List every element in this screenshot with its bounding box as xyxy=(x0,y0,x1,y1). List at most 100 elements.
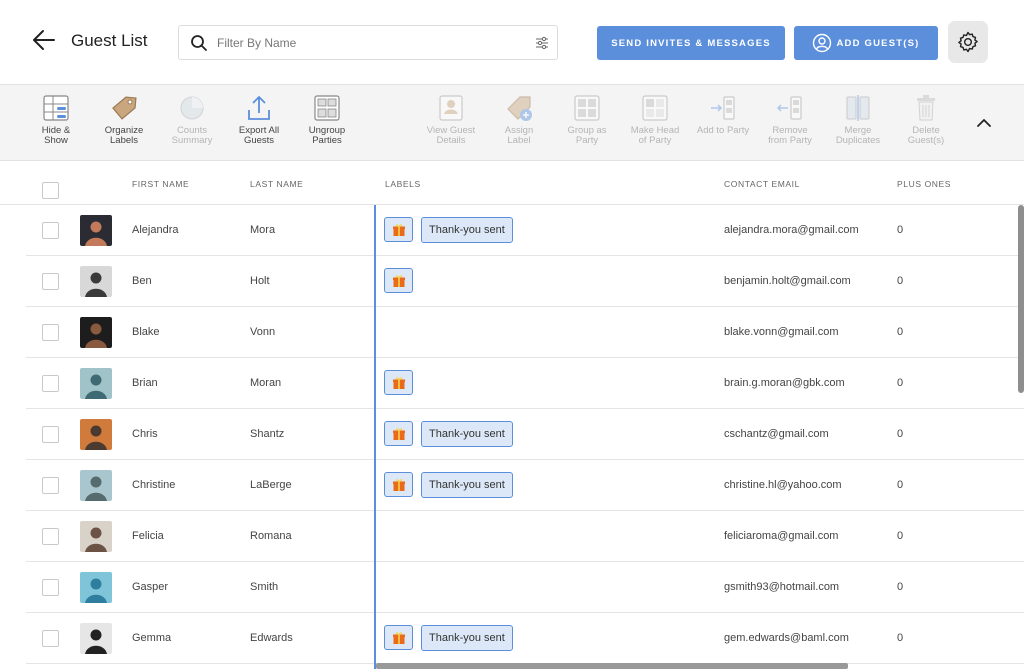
avatar xyxy=(80,572,112,603)
plus-ones-cell: 0 xyxy=(897,377,904,389)
chevron-up-icon[interactable] xyxy=(974,113,994,133)
row-checkbox[interactable] xyxy=(42,324,59,341)
row-checkbox[interactable] xyxy=(42,273,59,290)
thank-you-label-badge[interactable]: Thank-you sent xyxy=(421,421,513,447)
row-checkbox[interactable] xyxy=(42,426,59,443)
remove-from-party-tool[interactable]: Remove from Party xyxy=(755,93,825,146)
row-checkbox[interactable] xyxy=(42,375,59,392)
email-cell: blake.vonn@gmail.com xyxy=(724,326,839,338)
horizontal-scrollbar[interactable] xyxy=(376,663,848,669)
group-party-icon xyxy=(574,95,600,121)
organize-labels-tool[interactable]: Organize Labels xyxy=(89,93,159,146)
merge-duplicates-tool[interactable]: Merge Duplicates xyxy=(823,93,893,146)
plus-ones-cell: 0 xyxy=(897,326,904,338)
avatar xyxy=(80,521,112,552)
tool-label: Export All Guests xyxy=(238,125,280,146)
user-circle-icon xyxy=(813,33,832,53)
export-icon xyxy=(248,95,270,120)
table-row[interactable]: Chris Shantz Thank-you sent cschantz@gmail.… xyxy=(26,409,1024,460)
select-all-checkbox[interactable] xyxy=(42,182,59,199)
gift-label-badge[interactable] xyxy=(384,217,413,242)
tool-label: Merge Duplicates xyxy=(835,125,881,146)
settings-button[interactable] xyxy=(948,21,988,63)
last-name-cell: Romana xyxy=(250,530,292,542)
table-row[interactable]: Gasper Smith gsmith93@hotmail.com 0 xyxy=(26,562,1024,613)
tool-label: Make Head of Party xyxy=(630,125,680,146)
first-name-cell: Christine xyxy=(132,479,176,491)
row-checkbox[interactable] xyxy=(42,630,59,647)
plus-ones-cell: 0 xyxy=(897,275,904,287)
first-name-cell: Felicia xyxy=(132,530,164,542)
tool-label: Counts Summary xyxy=(171,125,213,146)
plus-ones-cell: 0 xyxy=(897,224,904,236)
tool-label: Group as Party xyxy=(567,125,607,146)
last-name-cell: LaBerge xyxy=(250,479,292,491)
email-cell: christine.hl@yahoo.com xyxy=(724,479,842,491)
row-checkbox[interactable] xyxy=(42,477,59,494)
tool-label: Hide & Show xyxy=(41,125,71,146)
view-guest-details-tool[interactable]: View Guest Details xyxy=(416,93,486,146)
send-invites-button[interactable]: SEND INVITES & MESSAGES xyxy=(597,26,785,60)
column-contact-email[interactable]: CONTACT EMAIL xyxy=(724,179,800,189)
gift-icon xyxy=(392,376,405,389)
counts-summary-tool[interactable]: Counts Summary xyxy=(157,93,227,146)
delete-guests-tool[interactable]: Delete Guest(s) xyxy=(891,93,961,146)
row-checkbox[interactable] xyxy=(42,579,59,596)
gift-icon xyxy=(392,478,405,491)
tool-label: Ungroup Parties xyxy=(308,125,346,146)
labels-column-divider[interactable] xyxy=(374,205,376,669)
add-to-party-icon xyxy=(711,96,735,120)
back-arrow-icon[interactable] xyxy=(30,26,58,54)
guest-details-icon xyxy=(439,95,463,121)
table-row[interactable]: Christine LaBerge Thank-you sent christine.… xyxy=(26,460,1024,511)
thank-you-label-badge[interactable]: Thank-you sent xyxy=(421,472,513,498)
email-cell: feliciaroma@gmail.com xyxy=(724,530,839,542)
tool-label: Delete Guest(s) xyxy=(907,125,945,146)
first-name-cell: Blake xyxy=(132,326,160,338)
vertical-scrollbar[interactable] xyxy=(1018,205,1024,393)
avatar xyxy=(80,317,112,348)
tag-icon xyxy=(112,96,137,120)
table-row[interactable]: Ben Holt benjamin.holt@gmail.com 0 xyxy=(26,256,1024,307)
page-title: Guest List xyxy=(71,31,148,50)
table-row[interactable]: Brian Moran brain.g.moran@gbk.com 0 xyxy=(26,358,1024,409)
add-guests-button[interactable]: ADD GUEST(S) xyxy=(794,26,938,60)
column-plus-ones[interactable]: PLUS ONES xyxy=(897,179,951,189)
column-first-name[interactable]: FIRST NAME xyxy=(132,179,189,189)
gift-label-badge[interactable] xyxy=(384,421,413,446)
gift-label-badge[interactable] xyxy=(384,370,413,395)
assign-label-tool[interactable]: Assign Label xyxy=(484,93,554,146)
group-as-party-tool[interactable]: Group as Party xyxy=(552,93,622,146)
make-head-of-party-tool[interactable]: Make Head of Party xyxy=(620,93,690,146)
row-checkbox[interactable] xyxy=(42,222,59,239)
row-checkbox[interactable] xyxy=(42,528,59,545)
column-labels[interactable]: LABELS xyxy=(385,179,421,189)
gift-label-badge[interactable] xyxy=(384,268,413,293)
gift-icon xyxy=(392,274,405,287)
first-name-cell: Alejandra xyxy=(132,224,179,236)
plus-ones-cell: 0 xyxy=(897,632,904,644)
thank-you-label-badge[interactable]: Thank-you sent xyxy=(421,217,513,243)
tool-label: Add to Party xyxy=(696,125,750,136)
gift-label-badge[interactable] xyxy=(384,625,413,650)
table-header: FIRST NAME LAST NAME LABELS CONTACT EMAI… xyxy=(0,161,1024,205)
tool-label: View Guest Details xyxy=(426,125,476,146)
column-last-name[interactable]: LAST NAME xyxy=(250,179,303,189)
app-header: Guest List SEND INVITES & MESSAGES ADD G… xyxy=(0,0,1024,85)
hide-show-tool[interactable]: Hide & Show xyxy=(21,93,91,146)
table-row[interactable]: Alejandra Mora Thank-you sent alejandra.mor… xyxy=(26,205,1024,256)
filter-sliders-icon[interactable] xyxy=(535,36,549,50)
export-guests-tool[interactable]: Export All Guests xyxy=(224,93,294,146)
thank-you-label-badge[interactable]: Thank-you sent xyxy=(421,625,513,651)
assign-label-icon xyxy=(507,96,532,121)
add-to-party-tool[interactable]: Add to Party xyxy=(688,93,758,136)
first-name-cell: Gasper xyxy=(132,581,169,593)
gift-label-badge[interactable] xyxy=(384,472,413,497)
table-row[interactable]: Felicia Romana feliciaroma@gmail.com 0 xyxy=(26,511,1024,562)
table-row[interactable]: Gemma Edwards Thank-you sent gem.edwards@ba… xyxy=(26,613,1024,664)
ungroup-parties-tool[interactable]: Ungroup Parties xyxy=(292,93,362,146)
table-row[interactable]: Blake Vonn blake.vonn@gmail.com 0 xyxy=(26,307,1024,358)
search-input[interactable] xyxy=(217,32,517,54)
last-name-cell: Smith xyxy=(250,581,279,593)
plus-ones-cell: 0 xyxy=(897,479,904,491)
